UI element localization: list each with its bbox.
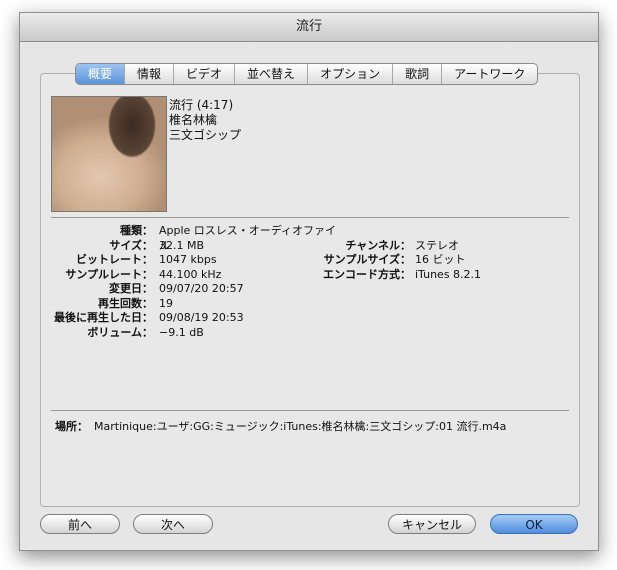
detail-value-samplesize: 16 ビット [415, 253, 466, 266]
detail-value-encoder: iTunes 8.2.1 [415, 267, 482, 281]
tab-lyrics[interactable]: 歌詞 [393, 64, 443, 84]
divider-bottom [51, 410, 569, 411]
detail-label-encoder: エンコード方式： [323, 267, 411, 281]
ok-button[interactable]: OK [490, 514, 578, 534]
tab-sorting[interactable]: 並べ替え [235, 64, 309, 84]
detail-label-lastplayed: 最後に再生した日： [54, 311, 153, 324]
album-artwork [51, 96, 167, 212]
tab-options[interactable]: オプション [308, 64, 394, 84]
detail-value-samplerate: 44.100 kHz [159, 267, 222, 281]
detail-value-size: 32.1 MB [159, 238, 205, 252]
detail-label-modified: 変更日： [109, 282, 153, 295]
prev-button[interactable]: 前へ [40, 514, 120, 534]
details-right: チャンネル： ステレオ サンプルサイズ： 16 ビット エンコード方式： iTu… [301, 224, 571, 281]
detail-value-lastplayed: 09/08/19 20:53 [159, 311, 244, 324]
info-dialog: 流行 概要 情報 ビデオ 並べ替え オプション 歌詞 アートワーク 流行 (4:… [19, 12, 599, 551]
tab-video[interactable]: ビデオ [174, 64, 236, 84]
detail-label-samplesize: サンプルサイズ： [323, 253, 411, 266]
next-button[interactable]: 次へ [133, 514, 213, 534]
track-summary: 流行 (4:17) 椎名林檎 三文ゴシップ [169, 98, 241, 143]
detail-label-samplerate: サンプルレート： [65, 267, 153, 281]
detail-value-volume: −9.1 dB [159, 325, 204, 339]
detail-label-channels: チャンネル： [345, 238, 411, 252]
tab-artwork[interactable]: アートワーク [442, 64, 537, 84]
tab-summary[interactable]: 概要 [76, 64, 126, 84]
file-location: 場所： Martinique:ユーザ:GG:ミュージック:iTunes:椎名林檎:… [55, 418, 506, 434]
detail-label-volume: ボリューム： [87, 325, 153, 339]
detail-label-size: サイズ： [109, 238, 153, 252]
track-title: 流行 (4:17) [169, 98, 234, 112]
track-artist: 椎名林檎 [169, 113, 218, 127]
location-label: 場所： [55, 420, 88, 433]
window-title: 流行 [20, 13, 598, 42]
location-path: Martinique:ユーザ:GG:ミュージック:iTunes:椎名林檎:三文ゴ… [94, 420, 507, 433]
detail-label-playcount: 再生回数： [98, 296, 153, 310]
detail-value-bitrate: 1047 kbps [159, 253, 217, 266]
tab-info[interactable]: 情報 [125, 64, 175, 84]
detail-label-kind: 種類： [120, 224, 153, 237]
divider-top [51, 217, 569, 218]
detail-value-channels: ステレオ [415, 238, 459, 252]
detail-label-bitrate: ビットレート： [76, 253, 153, 266]
detail-value-modified: 09/07/20 20:57 [159, 282, 244, 295]
detail-value-playcount: 19 [159, 296, 173, 310]
details-left: 種類： Apple ロスレス・オーディオファイル サイズ： 32.1 MB ビッ… [41, 224, 341, 344]
summary-panel: 流行 (4:17) 椎名林檎 三文ゴシップ 種類： Apple ロスレス・オーデ… [40, 73, 580, 507]
track-album: 三文ゴシップ [169, 128, 242, 142]
tab-bar: 概要 情報 ビデオ 並べ替え オプション 歌詞 アートワーク [75, 63, 539, 85]
cancel-button[interactable]: キャンセル [388, 514, 476, 534]
